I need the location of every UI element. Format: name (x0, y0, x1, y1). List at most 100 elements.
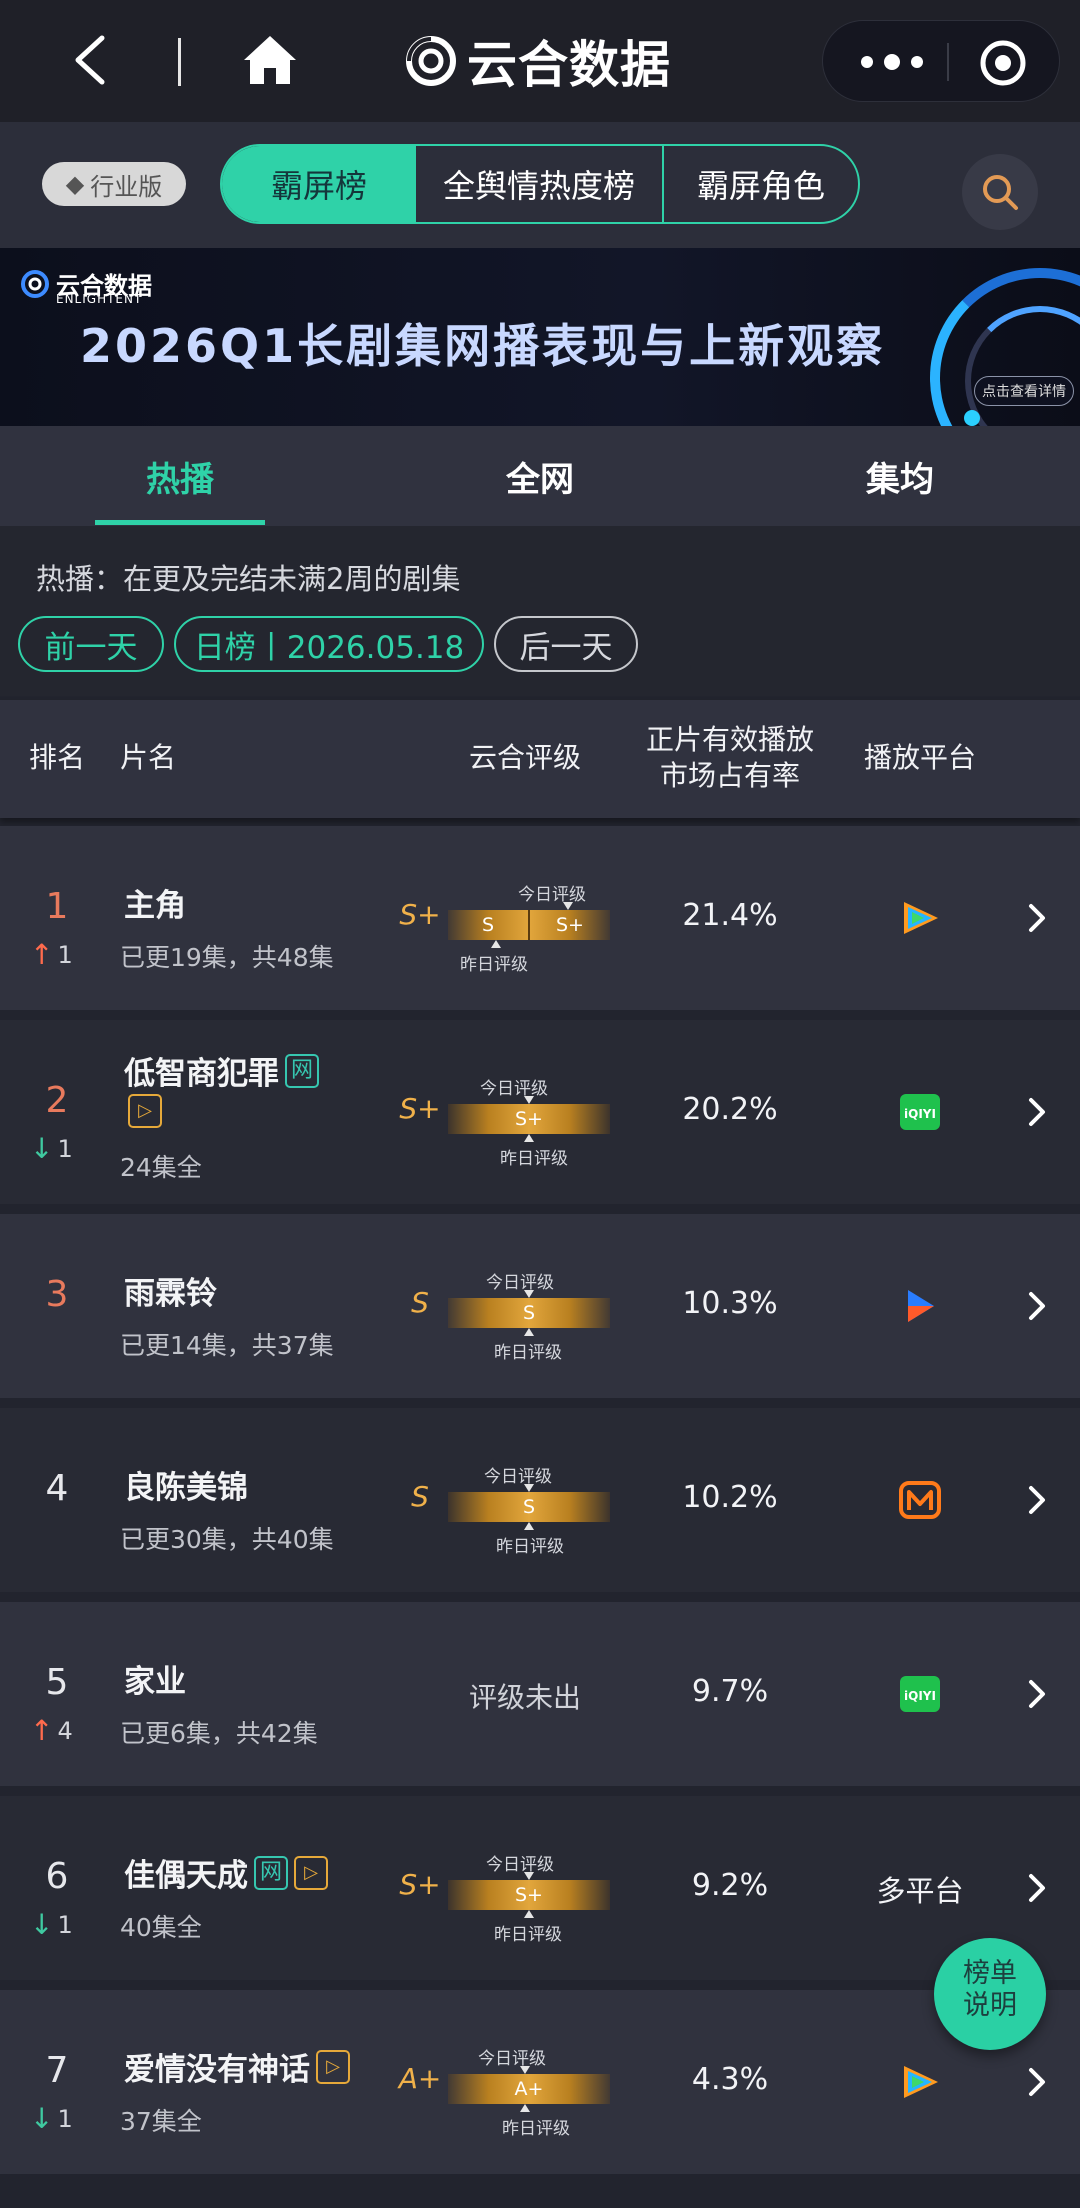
web-drama-tag: 网 (254, 1855, 288, 1890)
banner-detail-button[interactable]: 点击查看详情 (974, 376, 1074, 406)
yesterday-grade-label: 昨日评级 (496, 1537, 564, 1557)
chevron-right-icon[interactable] (1026, 1872, 1048, 1904)
prev-day-button[interactable]: 前一天 (18, 616, 164, 672)
chevron-right-icon[interactable] (1026, 1678, 1048, 1710)
grade-label: S (411, 1286, 429, 1319)
table-row[interactable]: 6 ↓ 1 佳偶天成网 ▷ 40集全 S+ 今日评级 S+ 昨日评级 9.2% 多平… (0, 1796, 1080, 1980)
tab-per-episode[interactable]: 集均 (815, 426, 985, 526)
chevron-right-icon[interactable] (1026, 2066, 1048, 2098)
rank-number: 6 (45, 1856, 69, 1897)
home-icon[interactable] (240, 30, 300, 90)
drama-title: 主角 (124, 888, 186, 924)
today-grade-label: 今日评级 (486, 1273, 554, 1293)
rank-change: ↓ 1 (30, 1132, 73, 1165)
header-name: 片名 (120, 741, 177, 774)
today-grade-label: 今日评级 (518, 885, 586, 905)
rank-number: 2 (45, 1080, 69, 1121)
chevron-right-icon[interactable] (1026, 1096, 1048, 1128)
rank-number: 5 (45, 1662, 69, 1703)
arrow-up-icon: ↑ (30, 1714, 54, 1747)
today-grade-label: 今日评级 (486, 1855, 554, 1875)
chevron-right-icon[interactable] (1026, 902, 1048, 934)
next-day-button[interactable]: 后一天 (494, 616, 638, 672)
episode-info: 已更19集，共48集 (120, 943, 334, 972)
arrow-down-icon: ↓ (30, 1132, 54, 1165)
active-tab-indicator (95, 520, 265, 525)
today-grade-label: 今日评级 (484, 1467, 552, 1487)
grade-bar: S S+ (448, 910, 610, 940)
more-icon[interactable] (857, 47, 927, 77)
yesterday-grade-label: 昨日评级 (502, 2119, 570, 2139)
today-grade-label: 今日评级 (480, 1079, 548, 1099)
multi-platform-label: 多平台 (876, 1874, 964, 1908)
yesterday-grade-label: 昨日评级 (500, 1149, 568, 1169)
tencent-video-icon (904, 2066, 938, 2098)
back-icon[interactable] (70, 32, 110, 88)
tab-hot[interactable]: 热播 (95, 426, 265, 526)
promo-banner[interactable]: 云合数据 ENLIGHTENT 2026Q1长剧集网播表现与上新观察 点击查看详… (0, 248, 1080, 426)
header-share: 正片有效播放 市场占有率 (645, 723, 814, 792)
nav-divider (178, 38, 181, 86)
header-platform: 播放平台 (863, 741, 976, 774)
drama-title: 良陈美锦 (124, 1470, 248, 1506)
table-row[interactable]: 3 雨霖铃 已更14集，共37集 S 今日评级 S 昨日评级 10.3% (0, 1214, 1080, 1398)
market-share: 9.2% (691, 1868, 769, 1903)
info-panel: 热播：在更及完结未满2周的剧集 前一天 日榜丨2026.05.18 后一天 (0, 526, 1080, 696)
grade-bar: S (448, 1298, 610, 1328)
banner-logo: 云合数据 ENLIGHTENT (20, 266, 152, 306)
chevron-right-icon[interactable] (1026, 1484, 1048, 1516)
rank-number: 1 (45, 886, 69, 927)
drama-title: 雨霖铃 (124, 1276, 217, 1312)
arrow-down-icon: ↓ (30, 2102, 54, 2135)
rank-number: 3 (45, 1274, 69, 1315)
header-grade: 云合评级 (468, 741, 581, 774)
search-button[interactable] (962, 154, 1038, 230)
market-share: 9.7% (691, 1674, 769, 1709)
table-row[interactable]: 7 ↓ 1 爱情没有神话 ▷ 37集全 A+ 今日评级 A+ 昨日评级 4.3% (0, 1990, 1080, 2174)
tencent-video-icon (904, 902, 938, 934)
brand: 云合数据 (405, 28, 671, 94)
yesterday-grade-label: 昨日评级 (494, 1343, 562, 1363)
brand-name: 云合数据 (467, 36, 671, 94)
episode-info: 已更6集，共42集 (120, 1719, 318, 1748)
table-row[interactable]: 2 ↓ 1 低智商犯罪网 ▷ 24集全 S+ 今日评级 S+ 昨日评级 20.2%… (0, 1020, 1080, 1204)
grade-bar: S+ (448, 1104, 610, 1134)
today-grade-label: 今日评级 (478, 2049, 546, 2069)
close-mini-program-icon[interactable] (979, 39, 1027, 87)
grade-label: S+ (399, 898, 441, 931)
rank-change: ↓ 1 (30, 1908, 73, 1941)
table-row[interactable]: 4 良陈美锦 已更30集，共40集 S 今日评级 S 昨日评级 10.2% (0, 1408, 1080, 1592)
svg-text:iQIYI: iQIYI (904, 1689, 936, 1703)
table-row[interactable]: 5 ↑ 4 家业 已更6集，共42集 评级未出 9.7% iQIYI (0, 1602, 1080, 1786)
segment-yuqing[interactable]: 全舆情热度榜 (416, 146, 664, 222)
drama-title: 爱情没有神话 ▷ (124, 2044, 350, 2089)
segment-control: 霸屏榜 全舆情热度榜 霸屏角色 (220, 144, 860, 224)
list-explanation-button[interactable]: 榜单 说明 (934, 1938, 1046, 2050)
date-selector[interactable]: 日榜丨2026.05.18 (174, 616, 484, 672)
grade-label: S+ (399, 1868, 441, 1901)
drama-title: 低智商犯罪网 (124, 1048, 319, 1093)
drama-title: 家业 (124, 1664, 186, 1700)
table-row[interactable]: 1 ↑ 1 主角 已更19集，共48集 S+ 今日评级 S S+ 昨日评级 21.… (0, 826, 1080, 1010)
search-icon (983, 175, 1018, 210)
episode-info: 已更30集，共40集 (120, 1525, 334, 1554)
segment-bapingbang[interactable]: 霸屏榜 (222, 146, 416, 222)
chevron-right-icon[interactable] (1026, 1290, 1048, 1322)
grade-bar: A+ (448, 2074, 610, 2104)
industry-edition-badge[interactable]: ◆ 行业版 (42, 162, 186, 206)
tab-all-network[interactable]: 全网 (455, 426, 625, 526)
grade-label: S+ (399, 1092, 441, 1125)
top-nav-bar: 云合数据 (0, 0, 1080, 122)
market-share: 20.2% (682, 1092, 778, 1127)
mango-tv-icon (899, 1481, 941, 1519)
play-tag-icon: ▷ (294, 1855, 328, 1890)
play-tag-icon: ▷ (128, 1094, 162, 1128)
ranking-tabs: 热播 全网 集均 (0, 426, 1080, 526)
diamond-icon: ◆ (65, 170, 85, 198)
grade-label: A+ (398, 2062, 442, 2095)
rank-change: ↑ 4 (30, 1714, 73, 1747)
segment-juese[interactable]: 霸屏角色 (664, 146, 858, 222)
rank-change: ↑ 1 (30, 938, 73, 971)
hot-description: 热播：在更及完结未满2周的剧集 (36, 562, 461, 596)
arrow-down-icon: ↓ (30, 1908, 54, 1941)
